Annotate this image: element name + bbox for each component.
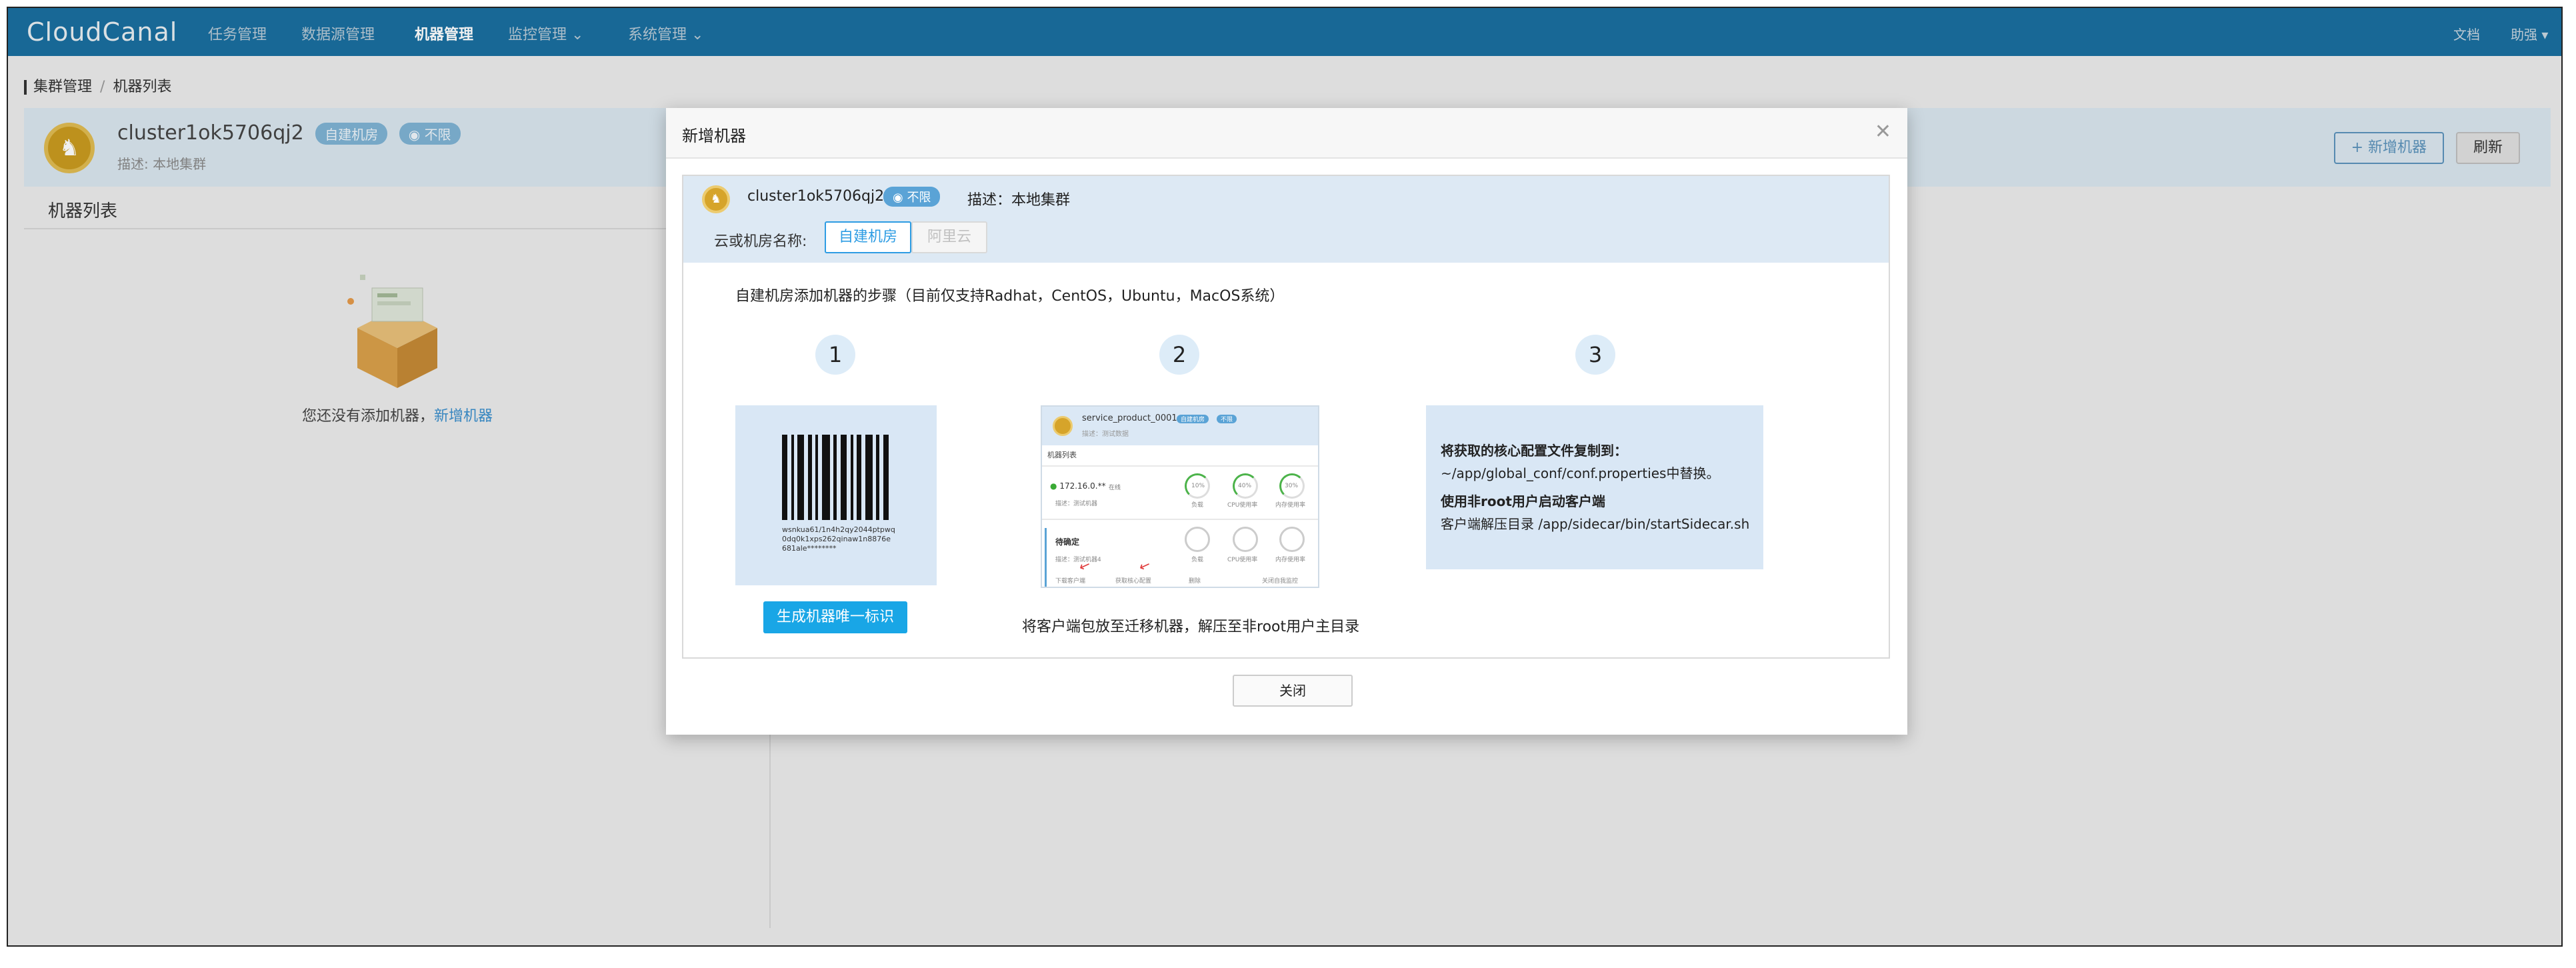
preview-gauge-label-2: CPU使用率 bbox=[1227, 502, 1258, 509]
step-number-1: 1 bbox=[815, 335, 855, 375]
generate-machine-id-button[interactable]: 生成机器唯一标识 bbox=[763, 601, 907, 633]
step-number-2: 2 bbox=[1159, 335, 1199, 375]
preview-header: service_product_0001 描述：测试数据 自建机房 不限 bbox=[1042, 407, 1318, 445]
barcode-icon bbox=[782, 435, 889, 520]
preview-gauge-label-5: CPU使用率 bbox=[1227, 557, 1258, 563]
step-number-3: 3 bbox=[1575, 335, 1615, 375]
close-icon[interactable]: ✕ bbox=[1875, 120, 1891, 143]
machine-id-text: wsnkua61/1n4h2qy2044ptpwq0dq0k1xps262qin… bbox=[782, 525, 895, 553]
step3-line-1: 将获取的核心配置文件复制到： bbox=[1441, 443, 1627, 459]
preview-pending-marker bbox=[1045, 528, 1047, 587]
arrow-icon: ↙ bbox=[1137, 555, 1153, 575]
close-button[interactable]: 关闭 bbox=[1233, 675, 1353, 707]
preview-gauge-label-6: 内存使用率 bbox=[1275, 557, 1306, 563]
preview-title: service_product_0001 bbox=[1082, 413, 1177, 423]
modal-region-text: 不限 bbox=[907, 191, 931, 205]
preview-gauge-empty-3 bbox=[1279, 527, 1305, 552]
preview-ip-text: 172.16.0.** bbox=[1059, 481, 1106, 491]
preview-subtitle: 描述：测试数据 bbox=[1082, 431, 1129, 438]
preview-gauge-value-1: 10% bbox=[1191, 483, 1205, 489]
preview-tag-1: 自建机房 bbox=[1177, 415, 1209, 423]
preview-action-download: 下载客户端 bbox=[1055, 578, 1086, 585]
preview-status: 在线 bbox=[1109, 485, 1121, 491]
preview-gauge-empty-2 bbox=[1233, 527, 1258, 552]
step2-instruction: 将客户端包放至迁移机器，解压至非root用户主目录 bbox=[1022, 619, 1360, 635]
modal-cluster-avatar: ♞ bbox=[702, 185, 730, 213]
cloud-option-aliyun[interactable]: 阿里云 bbox=[911, 221, 987, 253]
preview-list-label: 机器列表 bbox=[1047, 451, 1077, 459]
modal-title: 新增机器 bbox=[682, 127, 746, 145]
preview-pending-name: 待确定 bbox=[1055, 537, 1080, 547]
preview-gauge-empty-1 bbox=[1185, 527, 1210, 552]
preview-divider-2 bbox=[1042, 519, 1318, 520]
modal-cluster-name: cluster1ok5706qj2 bbox=[747, 188, 885, 205]
step3-line-2: ~/app/global_conf/conf.properties中替换。 bbox=[1441, 465, 1720, 481]
step3-card: 将获取的核心配置文件复制到： ~/app/global_conf/conf.pr… bbox=[1426, 405, 1763, 569]
step2-preview-image: service_product_0001 描述：测试数据 自建机房 不限 机器列… bbox=[1041, 405, 1319, 588]
preview-ip: ● 172.16.0.** bbox=[1050, 481, 1106, 491]
preview-gauge-value-3: 30% bbox=[1285, 483, 1299, 489]
preview-gauge-label-3: 内存使用率 bbox=[1275, 502, 1306, 509]
step1-card: wsnkua61/1n4h2qy2044ptpwq0dq0k1xps262qin… bbox=[735, 405, 937, 585]
steps-title: 自建机房添加机器的步骤（目前仅支持Radhat，CentOS，Ubuntu，Ma… bbox=[735, 288, 1285, 305]
cloud-label: 云或机房名称: bbox=[714, 233, 807, 250]
step3-line-4: 客户端解压目录 /app/sidecar/bin/startSidecar.sh bbox=[1441, 516, 1750, 532]
preview-action-config: 获取核心配置 bbox=[1115, 578, 1152, 585]
preview-avatar bbox=[1053, 416, 1073, 436]
app-window: CloudCanal 任务管理 数据源管理 机器管理 监控管理 ⌄ 系统管理 ⌄… bbox=[7, 7, 2563, 947]
add-machine-modal: 新增机器 ✕ ♞ cluster1ok5706qj2 ◉ 不限 描述：本地集群 … bbox=[666, 108, 1907, 735]
preview-gauge-value-2: 40% bbox=[1238, 483, 1252, 489]
preview-gauge-label-1: 负载 bbox=[1191, 502, 1204, 509]
preview-action-delete: 删除 bbox=[1189, 578, 1201, 585]
preview-action-monitor: 关闭自我监控 bbox=[1262, 578, 1299, 585]
cluster-info-strip: ♞ cluster1ok5706qj2 ◉ 不限 描述：本地集群 云或机房名称:… bbox=[683, 176, 1889, 263]
preview-desc-2: 描述：测试机器4 bbox=[1055, 557, 1101, 563]
modal-region-badge: ◉ 不限 bbox=[883, 187, 941, 207]
step3-line-3: 使用非root用户启动客户端 bbox=[1441, 493, 1605, 509]
modal-body: ♞ cluster1ok5706qj2 ◉ 不限 描述：本地集群 云或机房名称:… bbox=[682, 175, 1890, 659]
preview-desc-1: 描述：测试机器 bbox=[1055, 501, 1098, 507]
preview-gauge-label-4: 负载 bbox=[1191, 557, 1204, 563]
preview-divider bbox=[1042, 465, 1318, 467]
modal-header: 新增机器 ✕ bbox=[666, 108, 1907, 159]
preview-tag-2: 不限 bbox=[1217, 415, 1237, 423]
modal-cluster-desc: 描述：本地集群 bbox=[967, 192, 1071, 209]
cloud-option-self-hosted[interactable]: 自建机房 bbox=[825, 221, 911, 253]
